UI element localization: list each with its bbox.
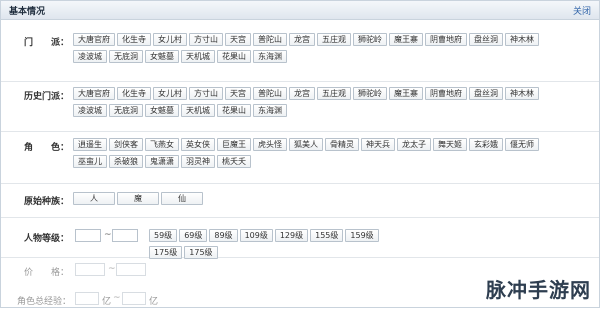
history-sect-option-button[interactable]: 大唐官府 [73,87,115,100]
sect-options: 大唐官府 化生寺 女儿村 方寸山 天宫 普陀山 龙宫 五庄观 狮驼岭 魔王寨 阴曹地府 盘丝洞 神木林凌… [73,33,553,67]
role-option-button[interactable]: 虎头怪 [253,138,287,151]
level-option-button[interactable]: 59级 [149,229,178,242]
basic-info-panel: 基本情况 关闭 门 派： 大唐官府 化生寺 女儿村 方寸山 天宫 普陀山 龙宫 五庄观 狮驼岭魔… [0,0,600,308]
history-sect-option-button[interactable]: 花果山 [217,104,251,117]
history-sect-row: 历史门派： 大唐官府 化生寺 女儿村 方寸山 天宫 普陀山 龙宫 五庄观 狮驼岭 魔王寨 阴曹地府盘… [1,81,599,132]
role-option-button[interactable]: 偃无师 [505,138,539,151]
panel-title: 基本情况 [9,7,46,17]
sect-option-button[interactable]: 花果山 [217,50,251,63]
role-option-button[interactable]: 舞天姬 [433,138,467,151]
sect-option-button[interactable]: 大唐官府 [73,33,115,46]
level-option-button[interactable]: 159级 [345,229,379,242]
sect-option-button[interactable]: 普陀山 [253,33,287,46]
history-sect-option-button[interactable]: 东海渊 [253,104,287,117]
role-option-button[interactable]: 剑侠客 [109,138,143,151]
history-sect-option-button[interactable]: 女魃墓 [145,104,179,117]
role-option-button[interactable]: 神天兵 [361,138,395,151]
price-label: 价 格： [23,268,69,278]
race-options: 人魔仙 [73,192,553,209]
exp-dash: ~ [113,293,121,303]
exp-min-unit: 亿 [102,297,112,307]
role-label: 角 色： [23,143,69,153]
sect-option-button[interactable]: 女魃墓 [145,50,179,63]
sect-row: 门 派： 大唐官府 化生寺 女儿村 方寸山 天宫 普陀山 龙宫 五庄观 狮驼岭 魔王寨 阴曹地府 盘丝… [1,19,599,82]
history-sect-option-button[interactable]: 神木林 [505,87,539,100]
race-option-button[interactable]: 人 [73,192,115,205]
race-option-button[interactable]: 魔 [117,192,159,205]
level-label: 人物等级： [23,234,69,244]
race-label: 原始种族： [23,197,69,207]
close-link[interactable]: 关闭 [573,4,591,17]
sect-option-button[interactable]: 魔王寨 [389,33,423,46]
role-option-button[interactable]: 鬼潇潇 [145,155,179,168]
sect-option-button[interactable]: 无底洞 [109,50,143,63]
sect-option-button[interactable]: 凌波城 [73,50,107,63]
history-sect-label: 历史门派： [23,92,69,102]
history-sect-option-button[interactable]: 普陀山 [253,87,287,100]
sect-option-button[interactable]: 天机城 [181,50,215,63]
history-sect-option-button[interactable]: 盘丝洞 [469,87,503,100]
role-option-button[interactable]: 杀破狼 [109,155,143,168]
role-option-button[interactable]: 羽灵神 [181,155,215,168]
sect-option-button[interactable]: 神木林 [505,33,539,46]
level-option-button[interactable]: 109级 [239,229,273,242]
sect-label: 门 派： [23,38,69,48]
sect-option-button[interactable]: 方寸山 [189,33,223,46]
role-option-button[interactable]: 巫蛮儿 [73,155,107,168]
sect-option-button[interactable]: 天宫 [225,33,251,46]
sect-option-button[interactable]: 盘丝洞 [469,33,503,46]
history-sect-option-button[interactable]: 龙宫 [289,87,315,100]
site-watermark: 脉冲手游网 [486,278,591,302]
role-option-button[interactable]: 龙太子 [397,138,431,151]
level-dash: ~ [104,230,112,240]
exp-min-input[interactable] [75,292,99,305]
history-sect-option-button[interactable]: 阴曹地府 [425,87,467,100]
exp-label: 角色总经验： [16,297,71,307]
sect-option-button[interactable]: 女儿村 [153,33,187,46]
role-option-button[interactable]: 桃夭夭 [217,155,251,168]
history-sect-option-button[interactable]: 无底洞 [109,104,143,117]
history-sect-option-button[interactable]: 魔王寨 [389,87,423,100]
role-option-button[interactable]: 逍遥生 [73,138,107,151]
role-option-button[interactable]: 玄彩娥 [469,138,503,151]
role-option-button[interactable]: 狐美人 [289,138,323,151]
sect-option-button[interactable]: 五庄观 [317,33,351,46]
level-option-button[interactable]: 69级 [179,229,208,242]
history-sect-option-button[interactable]: 女儿村 [153,87,187,100]
role-row: 角 色： 逍遥生 剑侠客 飞燕女 英女侠 巨魔王 虎头怪 狐美人 骨精灵 神天兵 龙太子 舞天姬 玄彩… [1,131,599,184]
sect-option-button[interactable]: 狮驼岭 [353,33,387,46]
exp-max-input[interactable] [122,292,146,305]
history-sect-option-button[interactable]: 狮驼岭 [353,87,387,100]
sect-option-button[interactable]: 龙宫 [289,33,315,46]
level-option-button[interactable]: 129级 [274,229,309,242]
history-sect-option-button[interactable]: 化生寺 [117,87,151,100]
sect-option-button[interactable]: 化生寺 [117,33,151,46]
level-max-input[interactable] [112,229,138,242]
role-option-button[interactable]: 巨魔王 [217,138,251,151]
sect-option-button[interactable]: 东海渊 [253,50,287,63]
panel-titlebar: 基本情况 关闭 [1,1,599,20]
role-option-button[interactable]: 飞燕女 [145,138,179,151]
history-sect-option-button[interactable]: 天机城 [181,104,215,117]
level-option-button[interactable]: 89级 [209,229,238,242]
level-row: 人物等级： ~ 59级 69级 89级 109级 129级 155级 159级175级 175… [1,217,599,259]
level-min-input[interactable] [75,229,101,242]
history-sect-option-button[interactable]: 五庄观 [317,87,351,100]
history-sect-option-button[interactable]: 天宫 [225,87,251,100]
sect-option-button[interactable]: 阴曹地府 [425,33,467,46]
price-max-input[interactable] [116,263,146,276]
price-min-input[interactable] [75,263,105,276]
price-dash: ~ [108,264,116,274]
role-option-button[interactable]: 英女侠 [181,138,215,151]
race-option-button[interactable]: 仙 [161,192,203,205]
history-sect-options: 大唐官府 化生寺 女儿村 方寸山 天宫 普陀山 龙宫 五庄观 狮驼岭 魔王寨 阴曹地府 盘丝洞 神木林凌… [73,87,553,121]
role-options: 逍遥生 剑侠客 飞燕女 英女侠 巨魔王 虎头怪 狐美人 骨精灵 神天兵 龙太子 舞天姬 玄彩娥 偃无师巫… [73,138,553,172]
level-option-button[interactable]: 155级 [310,229,344,242]
exp-max-unit: 亿 [149,297,159,307]
history-sect-option-button[interactable]: 方寸山 [189,87,223,100]
race-row: 原始种族： 人魔仙 [1,183,599,218]
role-option-button[interactable]: 骨精灵 [325,138,359,151]
history-sect-option-button[interactable]: 凌波城 [73,104,107,117]
